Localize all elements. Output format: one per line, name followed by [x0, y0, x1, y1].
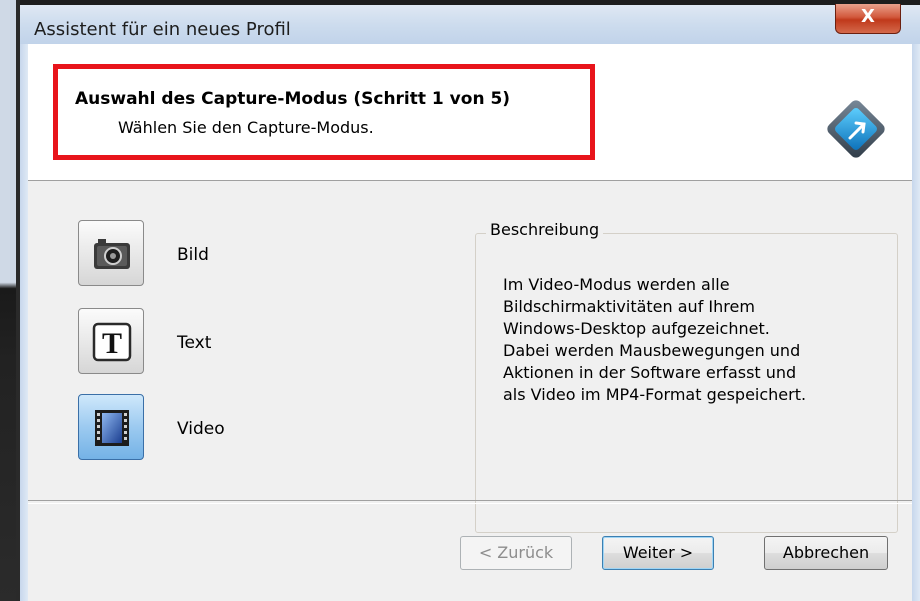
wizard-window: Assistent für ein neues Profil X Auswahl…: [20, 0, 920, 601]
description-line: Aktionen in der Software erfasst und: [503, 363, 797, 382]
footer-divider: [28, 500, 912, 504]
description-line: Windows-Desktop aufgezeichnet.: [503, 319, 770, 338]
desktop-edge: [0, 0, 20, 601]
highlight-box: [53, 64, 595, 160]
window-frame-right: [912, 44, 920, 601]
mode-label-bild: Bild: [177, 245, 209, 265]
title-bar: Assistent für ein neues Profil X: [20, 0, 920, 44]
description-line: Im Video-Modus werden alle: [503, 275, 730, 294]
description-line: Dabei werden Mausbewegungen und: [503, 341, 801, 360]
wizard-body: Auswahl des Capture-Modus (Schritt 1 von…: [28, 44, 912, 601]
film-icon: [95, 410, 129, 446]
mode-label-video: Video: [177, 419, 225, 439]
camera-icon: [94, 239, 130, 269]
close-icon: X: [861, 6, 875, 27]
svg-text:T: T: [102, 327, 122, 360]
description-text: Im Video-Modus werden alle Bildschirmakt…: [503, 274, 883, 406]
mode-button-video[interactable]: [78, 394, 144, 460]
mode-label-text: Text: [177, 333, 212, 353]
close-button[interactable]: X: [835, 4, 901, 34]
window-title: Assistent für ein neues Profil: [34, 19, 291, 40]
app-logo-icon: [827, 100, 885, 158]
wizard-header: Auswahl des Capture-Modus (Schritt 1 von…: [28, 44, 912, 181]
next-button[interactable]: Weiter >: [602, 536, 714, 570]
mode-button-text[interactable]: T: [78, 308, 144, 374]
description-line: Bildschirmaktivitäten auf Ihrem: [503, 297, 755, 316]
step-subtitle: Wählen Sie den Capture-Modus.: [118, 118, 374, 137]
mode-button-bild[interactable]: [78, 220, 144, 286]
cancel-button[interactable]: Abbrechen: [764, 536, 888, 570]
window-frame-left: [20, 44, 28, 601]
back-button[interactable]: < Zurück: [460, 536, 572, 570]
description-legend: Beschreibung: [486, 220, 604, 239]
text-t-icon: T: [92, 322, 132, 362]
step-title: Auswahl des Capture-Modus (Schritt 1 von…: [75, 89, 511, 109]
description-line: als Video im MP4-Format gespeichert.: [503, 385, 807, 404]
